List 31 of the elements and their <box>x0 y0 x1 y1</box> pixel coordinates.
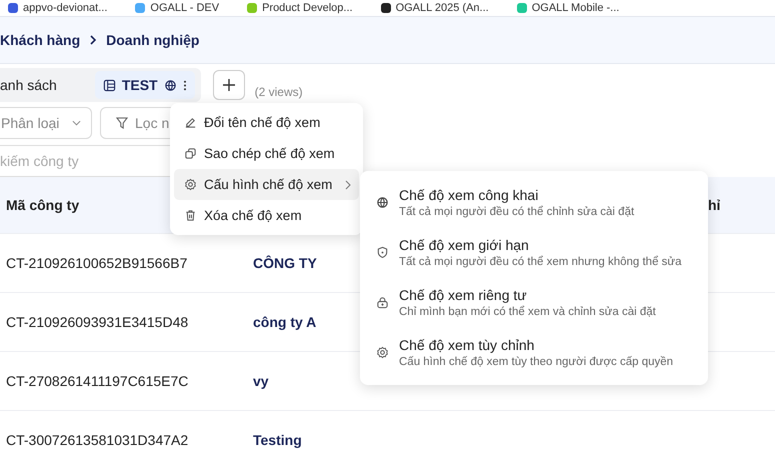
views-count: (2 views) <box>254 85 303 99</box>
column-header: Mã công ty <box>6 197 80 213</box>
bookmark-link[interactable]: appvo-devionat... <box>23 2 108 14</box>
company-link[interactable]: Testing <box>253 432 302 448</box>
table-cell-text: CT-2708261411197C615E7C <box>6 373 190 389</box>
breadcrumb-link[interactable]: Khách hàng <box>0 32 80 48</box>
bookmark-link[interactable]: Product Develop... <box>262 2 353 14</box>
company-link[interactable]: vy <box>253 373 269 389</box>
table-cell-text: CT-210926100652B91566B7 <box>6 255 188 271</box>
column-header: hỉ <box>708 197 720 213</box>
menu-item-description: Cấu hình chế độ xem tùy theo người được cấp quyền <box>399 356 674 368</box>
menu-item[interactable]: Cấu hình chế độ xem <box>174 169 359 200</box>
menu-item[interactable]: Xóa chế độ xem <box>174 200 359 231</box>
menu-item-title[interactable]: Chế độ xem tùy chỉnh <box>399 336 674 352</box>
view-tab[interactable]: anh sách <box>0 71 65 99</box>
menu-item-title[interactable]: Chế độ xem riêng tư <box>399 286 656 302</box>
table-cell-text: CT-30072613581031D347A2 <box>6 432 190 448</box>
menu-item-title[interactable]: Chế độ xem giới hạn <box>399 236 682 252</box>
menu-item-description: Tất cả mọi người đều có thể xem nhưng không thể sửa <box>399 256 682 268</box>
bookmark-link[interactable]: OGALL Mobile -... <box>532 2 620 14</box>
bookmark-link[interactable]: OGALL - DEV <box>150 2 220 14</box>
menu-item-description: Tất cả mọi người đều có thể chỉnh sửa cài đặt <box>399 206 634 218</box>
menu-item-description: Chỉ mình bạn mới có thể xem và chỉnh sửa cài đặt <box>399 306 656 318</box>
bookmark-link[interactable]: OGALL 2025 (An... <box>396 2 489 14</box>
category-dropdown[interactable]: Phân loại <box>0 107 92 139</box>
company-link[interactable]: CÔNG TY <box>253 255 317 271</box>
view-tab[interactable]: TEST <box>94 71 195 99</box>
breadcrumb-link[interactable]: Doanh nghiệp <box>106 32 200 48</box>
menu-item-title[interactable]: Chế độ xem công khai <box>399 186 634 202</box>
table-cell-text: CT-210926093931E3415D48 <box>6 314 190 330</box>
company-link[interactable]: công ty A <box>253 314 316 330</box>
